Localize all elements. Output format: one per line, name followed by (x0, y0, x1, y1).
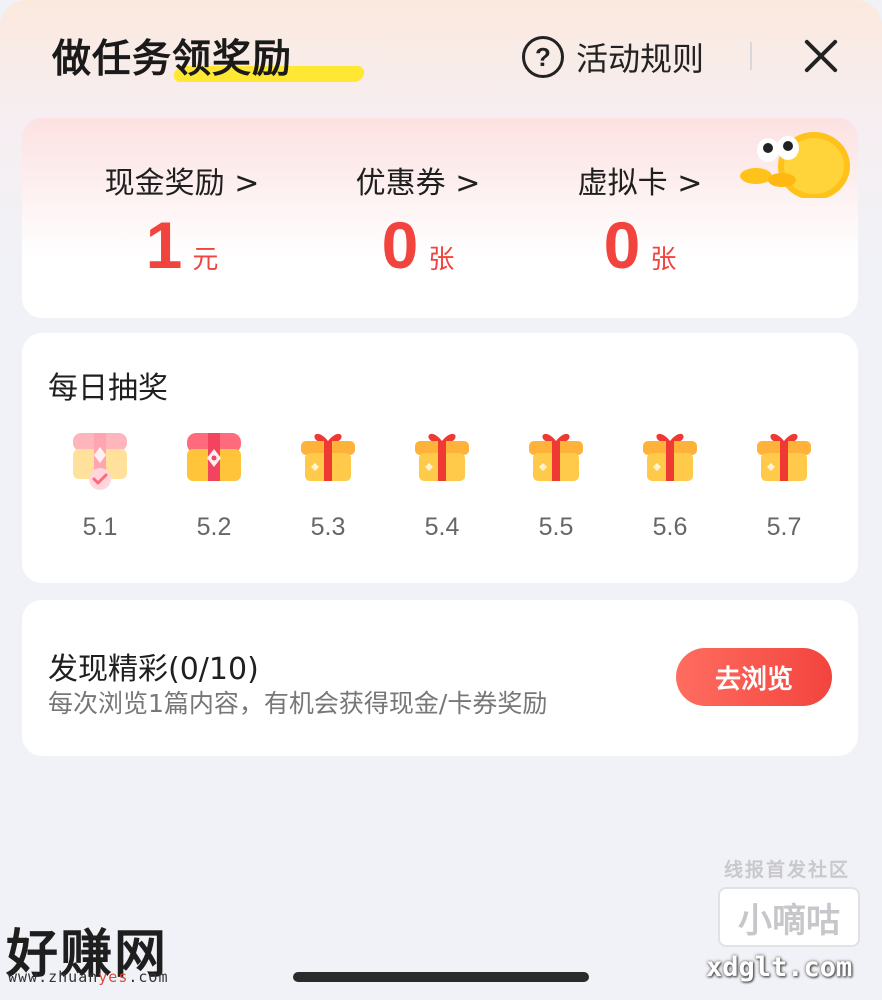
browse-button[interactable]: 去浏览 (676, 648, 832, 706)
draw-day-label: 5.6 (652, 513, 688, 541)
gift-box-icon (415, 433, 469, 481)
question-circle-icon: ? (522, 36, 564, 78)
reward-unit: 张 (650, 245, 677, 275)
page-title: 做任务领奖励 (52, 37, 293, 82)
home-indicator[interactable] (293, 972, 589, 982)
reward-label: 优惠券 > (355, 166, 481, 201)
watermark-url: xdglt.com (706, 952, 853, 983)
draw-day-label: 5.4 (424, 513, 460, 541)
task-subtitle: 每次浏览1篇内容，有机会获得现金/卡券奖励 (48, 689, 548, 718)
rules-label: 活动规则 (576, 40, 705, 78)
reward-value: 1 (145, 208, 183, 282)
gift-box-icon (301, 433, 355, 481)
rewards-card: 现金奖励 > 1 元 优惠券 > 0 张 虚拟卡 > 0 张 (22, 118, 858, 318)
rules-link[interactable]: ? 活动规则 (522, 34, 704, 80)
reward-value: 0 (603, 208, 641, 282)
draw-day-label: 5.5 (538, 513, 574, 541)
reward-unit: 元 (192, 245, 219, 275)
reward-value-row: 0 张 (308, 212, 528, 278)
reward-value-row: 0 张 (530, 212, 750, 278)
reward-value-row: 1 元 (72, 212, 292, 278)
watermark-logo: 小嘀咕 (718, 887, 860, 947)
draw-day-5-5[interactable]: 5.5 (516, 425, 596, 542)
watermark-url-left: www.zhuanyes.com (8, 968, 169, 986)
reward-value: 0 (381, 208, 419, 282)
reward-unit: 张 (428, 245, 455, 275)
draw-day-5-2[interactable]: 5.2 (174, 425, 254, 542)
watermark-url-highlight: yes (98, 968, 129, 986)
daily-draw-card: 每日抽奖 5.1 5.2 5.3 5.4 5.5 5.6 5.7 (22, 333, 858, 583)
header: 做任务领奖励 ? 活动规则 (0, 0, 882, 110)
draw-day-5-1[interactable]: 5.1 (60, 425, 140, 542)
draw-day-label: 5.2 (196, 513, 232, 541)
draw-day-5-7[interactable]: 5.7 (744, 425, 824, 542)
watermark-url-prefix: www.zhuan (8, 968, 99, 986)
draw-day-label: 5.7 (766, 513, 802, 541)
draw-day-5-4[interactable]: 5.4 (402, 425, 482, 542)
task-title: 发现精彩(0/10) (48, 652, 259, 687)
gift-box-icon (529, 433, 583, 481)
draw-day-5-3[interactable]: 5.3 (288, 425, 368, 542)
close-icon[interactable] (800, 34, 842, 76)
mascot-sun-icon (740, 132, 850, 198)
gift-box-icon (643, 433, 697, 481)
treasure-chest-icon (187, 433, 241, 481)
reward-label: 现金奖励 > (104, 166, 260, 201)
watermark-url-suffix: .com (128, 968, 169, 986)
title-wrap: 做任务领奖励 (52, 28, 366, 84)
reward-cash[interactable]: 现金奖励 > 1 元 (72, 158, 292, 278)
reward-virtual-card[interactable]: 虚拟卡 > 0 张 (530, 158, 750, 278)
draw-day-5-6[interactable]: 5.6 (630, 425, 710, 542)
task-card: 发现精彩(0/10) 每次浏览1篇内容，有机会获得现金/卡券奖励 去浏览 (22, 600, 858, 756)
draw-day-label: 5.3 (310, 513, 346, 541)
gift-box-icon (757, 433, 811, 481)
reward-coupon[interactable]: 优惠券 > 0 张 (308, 158, 528, 278)
watermark-text: 线报首发社区 (724, 859, 851, 881)
reward-label: 虚拟卡 > (577, 166, 703, 201)
daily-draw-title: 每日抽奖 (48, 371, 168, 406)
draw-day-label: 5.1 (82, 513, 118, 541)
header-divider (750, 42, 752, 70)
opened-chest-checked-icon (73, 433, 127, 490)
